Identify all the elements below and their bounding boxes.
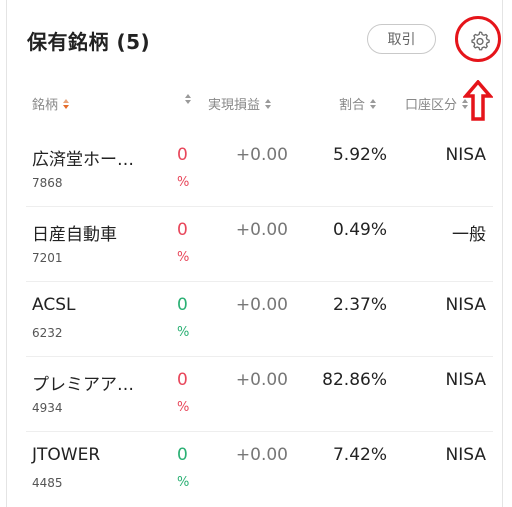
column-header-label: 実現損益 [208,98,261,113]
row-divider [26,206,493,207]
ratio-value: 82.86% [322,370,387,390]
page-title: 保有銘柄 (5) [27,30,151,54]
change-unit: % [177,175,190,190]
realized-pl-value: +0.00 [235,295,288,315]
change-unit: % [177,400,190,415]
change-unit: % [177,250,190,265]
sort-icon [63,98,70,109]
ratio-value: 2.37% [332,295,387,315]
column-header-ratio[interactable]: 割合 [339,94,377,113]
account-type: 一般 [452,225,486,245]
account-type: NISA [445,370,486,390]
stock-code: 4934 [32,401,63,415]
stock-name: 広済堂ホー… [32,150,134,170]
realized-pl-value: +0.00 [235,220,288,240]
stock-code: 4485 [32,476,63,490]
column-header-account[interactable]: 口座区分 [405,94,469,113]
column-header-label: 割合 [339,98,366,113]
account-type: NISA [445,445,486,465]
sort-icon [462,98,469,109]
column-header-label: 口座区分 [405,98,458,113]
stock-code: 7868 [32,176,63,190]
account-type: NISA [445,145,486,165]
account-type: NISA [445,295,486,315]
realized-pl-value: +0.00 [235,370,288,390]
sort-icon [370,98,377,109]
row-divider [26,281,493,282]
column-header-realized-pl[interactable]: 実現損益 [208,94,272,113]
row-divider [26,356,493,357]
column-header-change[interactable] [180,94,191,104]
annotation-circle [455,16,501,62]
stock-name: プレミアア… [32,375,134,395]
stock-code: 7201 [32,251,63,265]
column-header-stock[interactable]: 銘柄 [32,94,70,113]
stock-code: 6232 [32,326,63,340]
stock-name: JTOWER [32,445,101,465]
stock-name: ACSL [32,295,76,315]
row-divider [26,431,493,432]
sort-icon [265,98,272,109]
change-unit: % [177,325,190,340]
realized-pl-value: +0.00 [235,445,288,465]
column-header-label: 銘柄 [32,98,59,113]
ratio-value: 5.92% [332,145,387,165]
ratio-value: 0.49% [332,220,387,240]
trade-button[interactable]: 取引 [367,24,436,54]
sort-icon [185,94,191,104]
ratio-value: 7.42% [332,445,387,465]
stock-name: 日産自動車 [32,225,117,245]
change-unit: % [177,475,190,490]
realized-pl-value: +0.00 [235,145,288,165]
